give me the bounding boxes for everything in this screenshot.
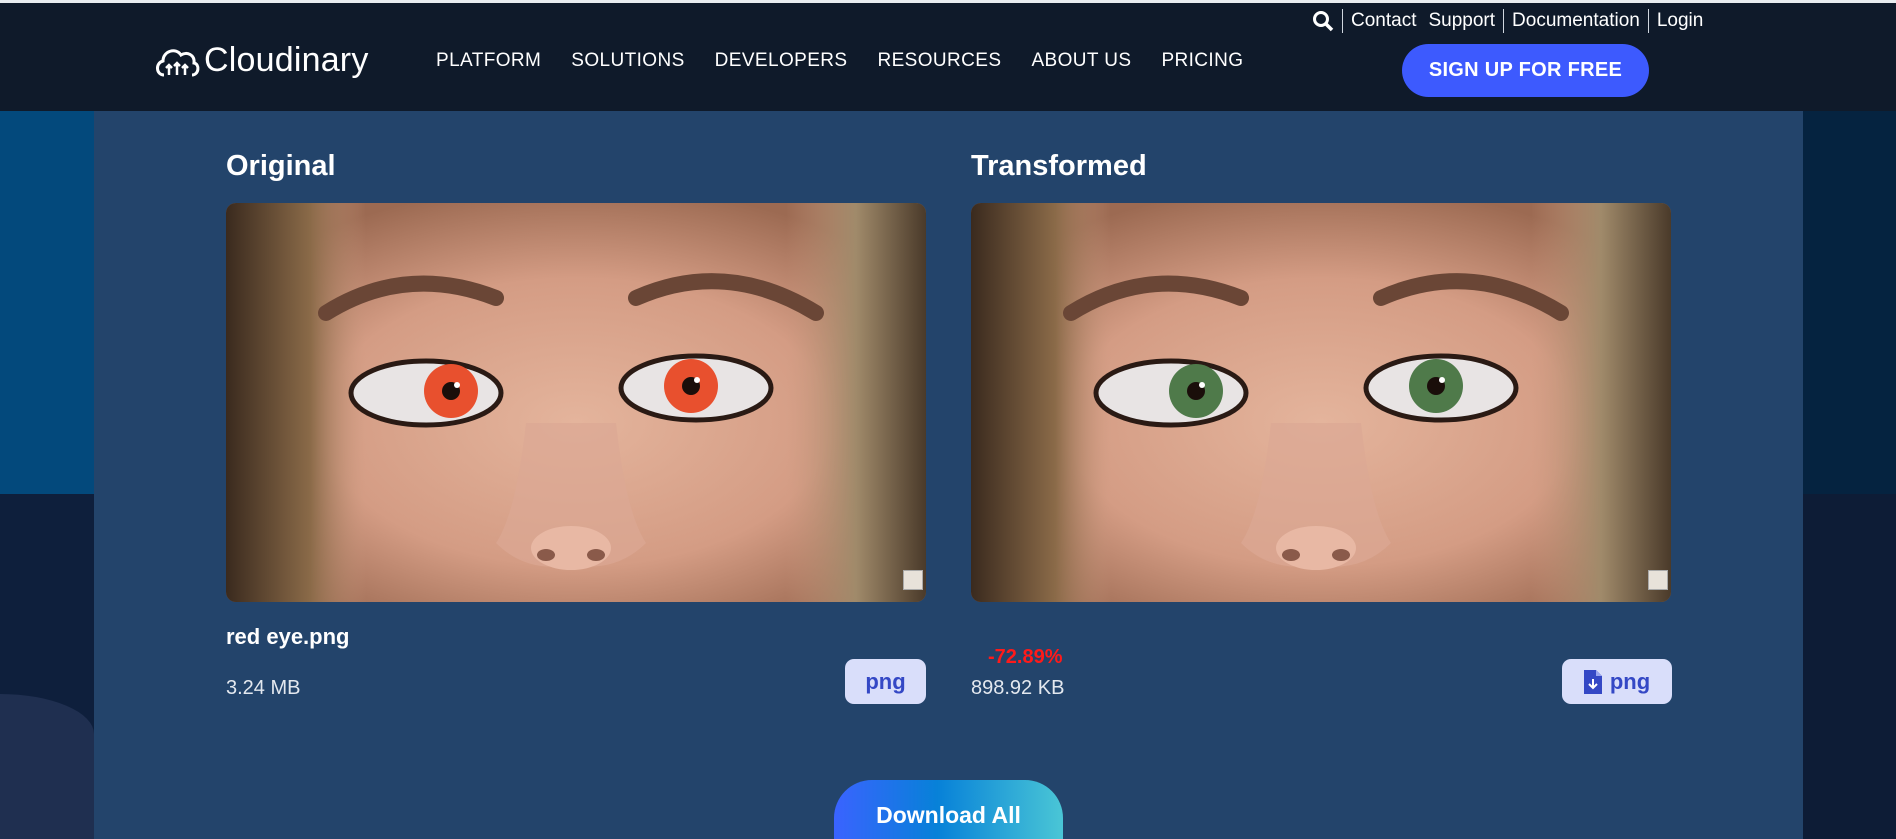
background-left-lower [0, 494, 94, 839]
menu-solutions[interactable]: SOLUTIONS [571, 50, 684, 72]
cloud-logo-icon [156, 48, 200, 76]
transformed-image[interactable] [971, 203, 1671, 602]
main-menu: PLATFORM SOLUTIONS DEVELOPERS RESOURCES … [436, 50, 1273, 72]
background-left [0, 111, 94, 494]
original-heading: Original [226, 150, 336, 182]
link-support[interactable]: Support [1428, 10, 1495, 32]
link-login[interactable]: Login [1657, 10, 1704, 32]
link-contact[interactable]: Contact [1351, 10, 1416, 32]
menu-pricing[interactable]: PRICING [1161, 50, 1243, 72]
format-label: png [1609, 668, 1651, 694]
download-all-button[interactable]: Download All [834, 780, 1063, 839]
format-label: png [865, 668, 906, 694]
original-size: 3.24 MB [226, 677, 301, 699]
background-right [1803, 111, 1896, 494]
original-format-button[interactable]: png [845, 659, 926, 704]
menu-about-us[interactable]: ABOUT US [1031, 50, 1131, 72]
watermark-icon [1648, 570, 1668, 590]
file-download-icon [1583, 669, 1602, 694]
file-name: red eye.png [226, 624, 350, 649]
search-icon[interactable] [1312, 10, 1334, 32]
watermark-icon [903, 570, 923, 590]
logo[interactable]: Cloudinary [154, 41, 369, 80]
divider [1503, 9, 1505, 33]
transformed-size: 898.92 KB [971, 677, 1065, 699]
divider [1647, 9, 1649, 33]
divider [1342, 9, 1343, 33]
utility-links: Contact Support Documentation Login [1312, 9, 1703, 33]
background-curve [0, 694, 94, 839]
menu-platform[interactable]: PLATFORM [436, 50, 541, 72]
download-format-button[interactable]: png [1562, 659, 1672, 704]
menu-developers[interactable]: DEVELOPERS [715, 50, 848, 72]
top-nav: Cloudinary PLATFORM SOLUTIONS DEVELOPERS… [0, 3, 1896, 111]
link-documentation[interactable]: Documentation [1512, 10, 1640, 32]
logo-text: Cloudinary [204, 41, 369, 79]
size-change: -72.89% [988, 646, 1063, 668]
original-image[interactable] [226, 203, 926, 602]
sign-up-button[interactable]: SIGN UP FOR FREE [1402, 44, 1649, 97]
background-right-lower [1803, 494, 1896, 839]
transformed-heading: Transformed [971, 150, 1147, 182]
menu-resources[interactable]: RESOURCES [877, 50, 1001, 72]
